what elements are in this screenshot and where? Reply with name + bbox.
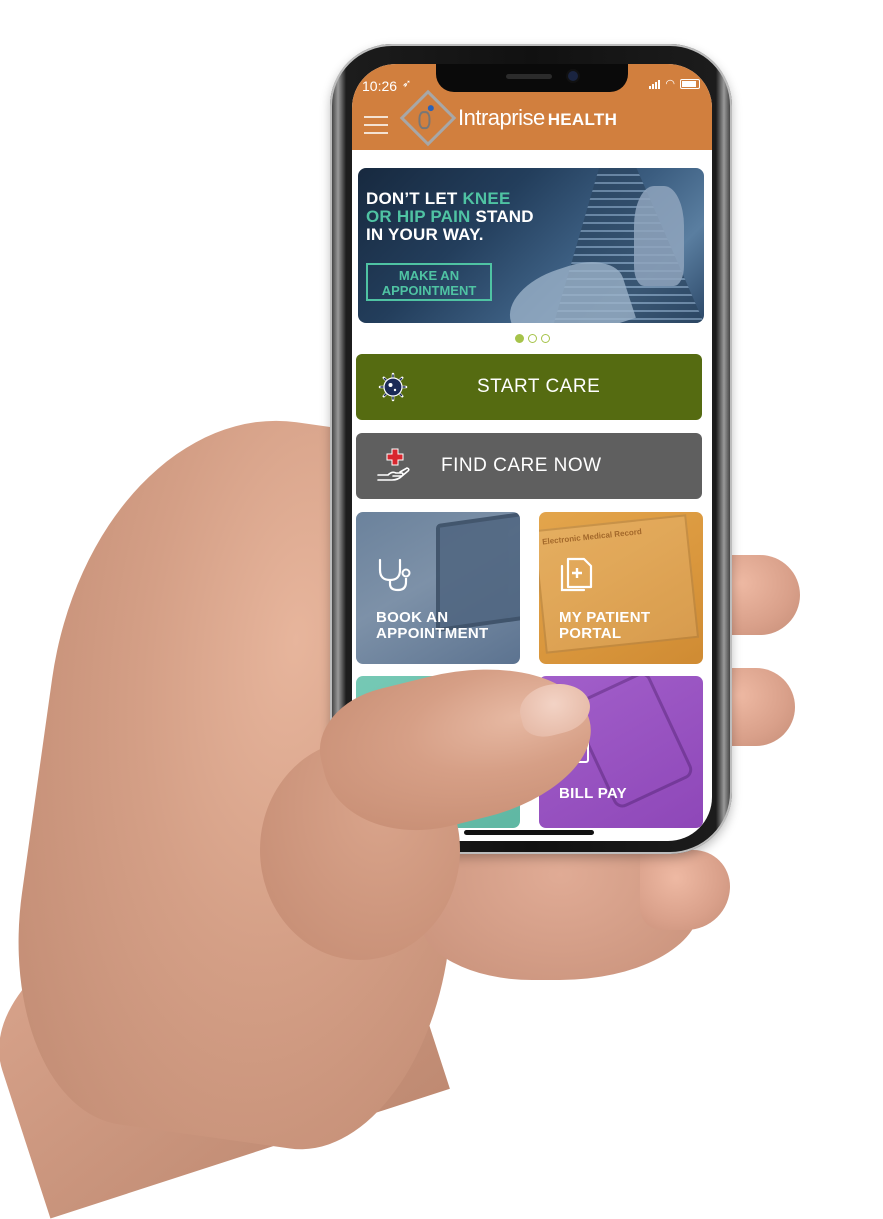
banner-headline: DON’T LET KNEE OR HIP PAIN STAND IN YOUR… (366, 189, 534, 244)
speaker-grille (506, 74, 552, 79)
wifi-icon: ◠ (665, 78, 675, 90)
medical-document-icon (560, 557, 593, 592)
status-icons: ◠ (649, 78, 700, 90)
find-care-now-label: FIND CARE NOW (441, 455, 602, 476)
cellular-signal-icon (649, 79, 661, 89)
finger (640, 850, 730, 930)
find-care-now-button[interactable]: FIND CARE NOW (356, 433, 702, 499)
stethoscope-icon (378, 558, 411, 592)
hand-medical-cross-icon (377, 448, 410, 481)
hamburger-menu-icon[interactable] (364, 116, 388, 136)
start-care-button[interactable]: START CARE (356, 354, 702, 420)
promo-banner[interactable]: DON’T LET KNEE OR HIP PAIN STAND IN YOUR… (358, 168, 704, 323)
make-appointment-button[interactable]: MAKE AN APPOINTMENT (366, 263, 492, 301)
status-time: 10:26 (362, 78, 398, 94)
book-appointment-label: BOOK AN APPOINTMENT (376, 609, 489, 642)
my-patient-portal-tile[interactable]: Electronic Medical Record MY PATIENT PORT… (539, 512, 703, 664)
brand-name: Intraprise HEALTH (458, 105, 618, 130)
battery-icon (680, 79, 700, 89)
carousel-dots (352, 334, 712, 343)
location-arrow-icon: ➶ (402, 78, 412, 90)
brand-logo: Intraprise HEALTH (399, 89, 618, 147)
front-camera (568, 71, 578, 81)
carousel-dot-3[interactable] (540, 334, 550, 343)
banner-dog-image (634, 186, 684, 286)
start-care-label: START CARE (477, 376, 601, 397)
carousel-dot-1[interactable] (514, 334, 524, 343)
virus-icon (378, 372, 408, 402)
carousel-dot-2[interactable] (527, 334, 537, 343)
phone-notch (436, 64, 628, 92)
home-indicator[interactable] (464, 830, 594, 835)
my-patient-portal-label: MY PATIENT PORTAL (559, 609, 651, 642)
book-appointment-tile[interactable]: BOOK AN APPOINTMENT (356, 512, 520, 664)
bill-pay-label: BILL PAY (559, 785, 627, 802)
dna-logo-icon (399, 89, 457, 147)
